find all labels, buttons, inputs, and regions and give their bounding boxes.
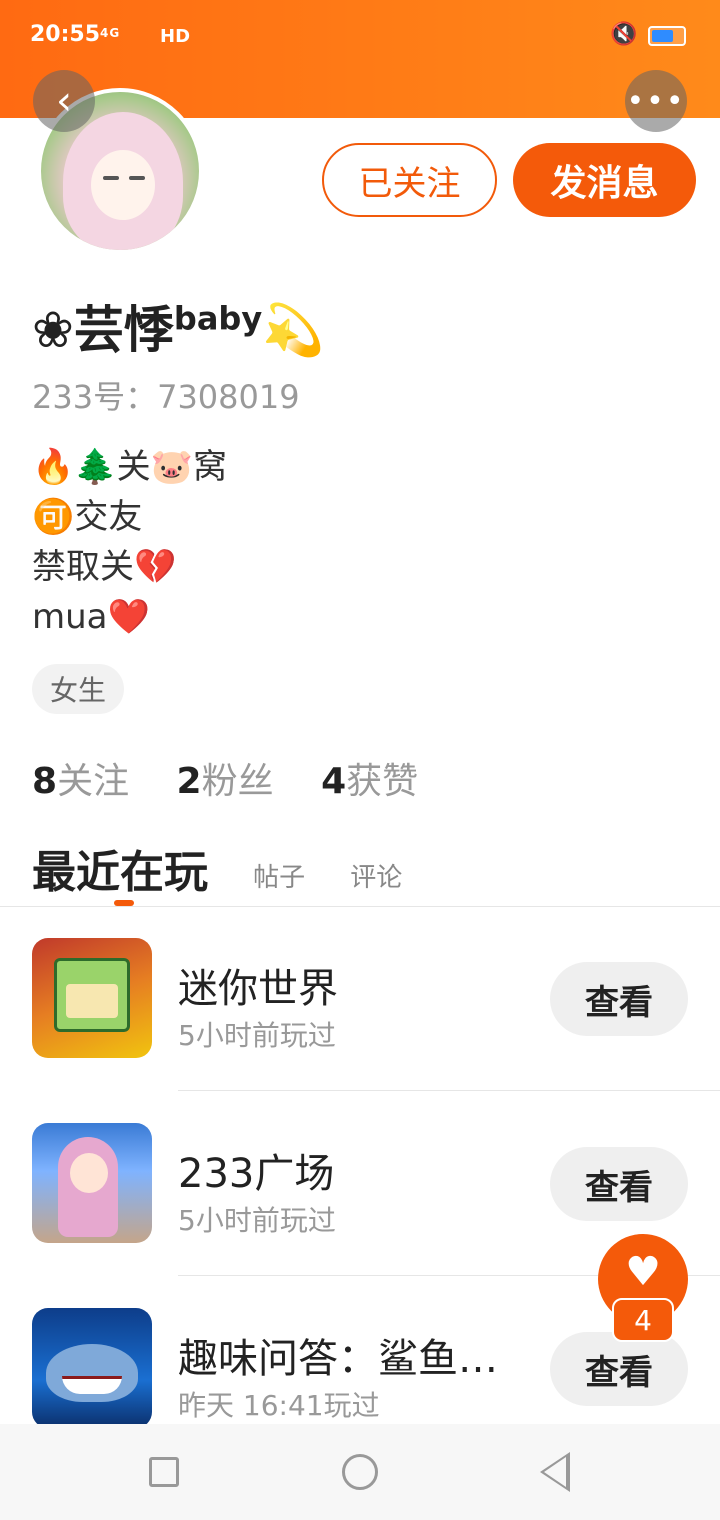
battery-fill xyxy=(652,30,673,42)
bio-line: 🔥🌲关🐷窝 xyxy=(32,447,228,487)
view-button[interactable]: 查看 xyxy=(550,962,688,1036)
stat-number: 8 xyxy=(32,761,58,802)
game-last-played: 昨天 16:41玩过 xyxy=(178,1389,380,1422)
stat-number: 2 xyxy=(176,761,202,802)
tab-comments[interactable]: 评论 xyxy=(350,857,402,900)
gender-tag: 女生 xyxy=(32,664,125,714)
hd-icon: HD xyxy=(160,26,191,47)
stat-number: 4 xyxy=(321,761,347,802)
stat-likes: 4获赞 xyxy=(321,752,418,804)
system-nav-bar xyxy=(0,1424,720,1520)
more-button[interactable]: ••• xyxy=(625,70,687,132)
username-superscript: baby xyxy=(173,299,263,338)
game-name: 迷你世界 xyxy=(178,966,338,1012)
send-message-button[interactable]: 发消息 xyxy=(513,143,696,217)
avatar-face xyxy=(91,150,155,220)
tab-posts[interactable]: 帖子 xyxy=(253,857,305,900)
user-id: 233号：7308019 xyxy=(32,378,300,416)
stat-label: 关注 xyxy=(57,761,130,802)
game-icon[interactable] xyxy=(32,938,152,1058)
view-button[interactable]: 查看 xyxy=(550,1147,688,1221)
network-icon: 4G xyxy=(100,26,121,40)
status-time: 20:55 xyxy=(30,22,101,47)
profile-tabs: 最近在玩 帖子 评论 xyxy=(32,836,402,906)
username-text: ❀芸悸 xyxy=(32,301,174,359)
battery-icon xyxy=(648,26,686,46)
recents-icon[interactable] xyxy=(149,1457,179,1487)
game-icon[interactable] xyxy=(32,1123,152,1243)
back-button[interactable]: ‹ xyxy=(33,70,95,132)
status-bar: 20:55 4G HD 🔇 xyxy=(0,0,720,72)
username-emoji: 💫 xyxy=(262,301,325,359)
game-icon-art xyxy=(62,1376,122,1394)
mute-icon: 🔇 xyxy=(610,22,638,47)
home-icon[interactable] xyxy=(342,1454,378,1490)
stat-label: 获赞 xyxy=(346,761,419,802)
bio-line: mua❤️ xyxy=(32,597,150,637)
game-name: 233广场 xyxy=(178,1151,335,1197)
profile-stats: 8关注 2粉丝 4获赞 xyxy=(32,752,454,804)
tab-label: 最近在玩 xyxy=(32,847,208,898)
like-count-badge: 4 xyxy=(612,1298,674,1342)
more-icon: ••• xyxy=(626,83,686,119)
game-last-played: 5小时前玩过 xyxy=(178,1019,336,1052)
username: ❀芸悸baby💫 xyxy=(32,290,324,362)
view-button[interactable]: 查看 xyxy=(550,1332,688,1406)
game-icon-art xyxy=(66,984,118,1018)
game-icon-art xyxy=(70,1153,108,1193)
list-item[interactable]: 迷你世界 5小时前玩过 查看 xyxy=(0,906,720,1091)
stat-label: 粉丝 xyxy=(201,761,274,802)
chevron-left-icon: ‹ xyxy=(56,78,72,124)
game-name: 趣味问答：鲨鱼… xyxy=(178,1336,498,1382)
avatar-eye xyxy=(129,176,145,180)
bio-line: 禁取关💔 xyxy=(32,547,177,587)
stat-following[interactable]: 8关注 xyxy=(32,752,129,804)
tab-recently-played[interactable]: 最近在玩 xyxy=(32,836,208,906)
game-icon[interactable] xyxy=(32,1308,152,1428)
avatar-eye xyxy=(103,176,119,180)
following-button[interactable]: 已关注 xyxy=(322,143,497,217)
back-triangle-icon[interactable] xyxy=(540,1452,570,1492)
stat-fans[interactable]: 2粉丝 xyxy=(177,752,274,804)
game-last-played: 5小时前玩过 xyxy=(178,1204,336,1237)
heart-icon: ♥ xyxy=(625,1249,661,1295)
game-list: 迷你世界 5小时前玩过 查看 233广场 5小时前玩过 查看 趣味问答：鲨鱼… … xyxy=(0,906,720,1461)
bio-line: 🉑交友 xyxy=(32,497,143,537)
bio: 🔥🌲关🐷窝 🉑交友 禁取关💔 mua❤️ xyxy=(32,442,227,642)
